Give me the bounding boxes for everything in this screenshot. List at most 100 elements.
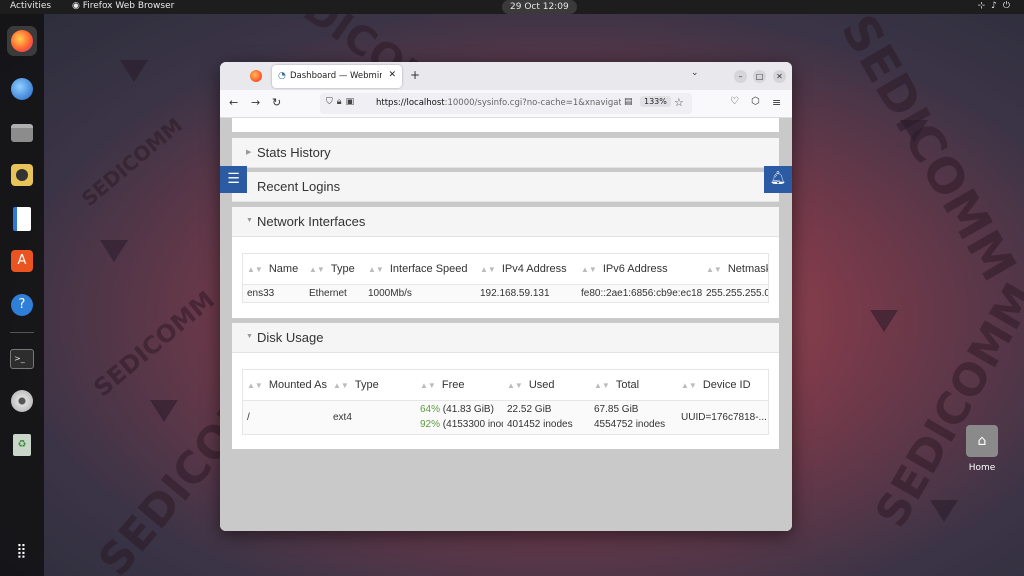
firefox-icon[interactable] xyxy=(7,26,37,56)
column-header[interactable]: ▲▼ Type xyxy=(329,370,416,401)
free-value: (41.83 GiB) xyxy=(442,404,494,416)
table-row: ens33 Ethernet 1000Mb/s 192.168.59.131 f… xyxy=(243,284,768,302)
files-icon[interactable] xyxy=(7,118,37,148)
sort-icon: ▲▼ xyxy=(420,380,436,390)
free-cell: 64% (41.83 GiB) 92% (4153300 inodes) xyxy=(416,400,503,434)
address-bar[interactable]: ⛉🔒︎▣ https://localhost:10000/sysinfo.cgi… xyxy=(320,93,692,114)
page-content: ▶ Stats History Recent Logins ☰ 🔔︎ ▼ Net… xyxy=(220,118,792,531)
stats-history-title: Stats History xyxy=(257,145,331,160)
previous-panel-bottom xyxy=(232,118,779,132)
column-header[interactable]: ▲▼ Mounted As xyxy=(243,370,329,401)
sort-icon: ▲▼ xyxy=(368,264,384,274)
list-tabs-icon[interactable]: ⌄ xyxy=(691,68,699,78)
notifications-bell-button[interactable]: 🔔︎ xyxy=(764,166,792,193)
tab-bar: ◔ Dashboard — Webmin 2 ✕ + ⌄ – □ ✕ xyxy=(220,62,792,90)
disk-table: ▲▼ Mounted As ▲▼ Type ▲▼ Free ▲▼ Used ▲▼ Tota… xyxy=(242,369,769,435)
sort-icon: ▲▼ xyxy=(480,264,496,274)
column-header[interactable]: ▲▼ IPv4 Address xyxy=(476,254,577,285)
app-center-icon[interactable]: A xyxy=(7,246,37,276)
extensions-icon[interactable]: ⬡ xyxy=(751,96,760,107)
reader-view-icon[interactable]: ▤ xyxy=(624,97,633,107)
dock: A ? >_ ♻ ⣿ xyxy=(0,14,44,576)
disc-icon[interactable] xyxy=(7,386,37,416)
power-icon: ⏻ xyxy=(1002,1,1016,11)
used-cell: 22.52 GiB 401452 inodes xyxy=(503,400,590,434)
total-cell: 67.85 GiB 4554752 inodes xyxy=(590,400,677,434)
collapsed-caret-icon: ▶ xyxy=(246,149,252,156)
new-tab-button[interactable]: + xyxy=(410,68,420,82)
activities-button[interactable]: Activities xyxy=(10,1,51,11)
zoom-indicator[interactable]: 133% xyxy=(640,96,671,107)
maximize-button[interactable]: □ xyxy=(753,70,766,83)
column-header[interactable]: ▲▼ Device ID xyxy=(677,370,768,401)
table-cell: 192.168.59.131 xyxy=(476,284,577,302)
free-percent: 64% xyxy=(420,404,441,416)
column-header[interactable]: ▲▼ Used xyxy=(503,370,590,401)
sort-icon: ▲▼ xyxy=(706,264,722,274)
network-icon: ⊹ xyxy=(977,1,992,11)
sort-icon: ▲▼ xyxy=(247,264,263,274)
column-header[interactable]: ▲▼ IPv6 Address xyxy=(577,254,702,285)
stats-history-panel: ▶ Stats History xyxy=(232,138,779,168)
close-tab-icon[interactable]: ✕ xyxy=(388,70,396,80)
thunderbird-icon[interactable] xyxy=(7,74,37,104)
lock-icon: 🔒︎ xyxy=(336,97,346,107)
table-cell: ens33 xyxy=(243,284,305,302)
table-header-row: ▲▼ Name ▲▼ Type ▲▼ Interface Speed ▲▼ IPv4 A… xyxy=(243,254,768,285)
network-interfaces-header[interactable]: ▼ Network Interfaces xyxy=(232,207,779,237)
terminal-icon[interactable]: >_ xyxy=(7,344,37,374)
home-label: Home xyxy=(968,463,996,473)
device-id-cell: UUID=176c7818-... xyxy=(677,400,768,434)
table-row: / ext4 64% (41.83 GiB) 92% (4153300 inod… xyxy=(243,400,768,434)
top-bar: Activities ◉ Firefox Web Browser 29 Oct … xyxy=(0,0,1024,14)
column-header[interactable]: ▲▼ Name xyxy=(243,254,305,285)
clock[interactable]: 29 Oct 12:09 xyxy=(502,0,577,14)
system-tray[interactable]: ⊹♪⏻ xyxy=(978,1,1016,11)
used-inodes: 401452 inodes xyxy=(507,419,573,431)
table-cell: 1000Mb/s xyxy=(364,284,476,302)
menu-hamburger-button[interactable]: ☰ xyxy=(220,166,247,193)
table-cell: Ethernet xyxy=(305,284,364,302)
firefox-view-icon[interactable] xyxy=(250,70,262,82)
disk-usage-panel: ▼ Disk Usage ▲▼ Mounted As ▲▼ Type ▲▼ Free … xyxy=(232,323,779,449)
tab-dashboard[interactable]: ◔ Dashboard — Webmin 2 ✕ xyxy=(272,65,402,88)
writer-icon[interactable] xyxy=(7,204,37,234)
reload-icon[interactable]: ↻ xyxy=(272,96,281,109)
back-icon[interactable]: ← xyxy=(229,96,238,109)
total-value: 67.85 GiB xyxy=(594,404,639,416)
sort-icon: ▲▼ xyxy=(581,264,597,274)
sort-icon: ▲▼ xyxy=(507,380,523,390)
pocket-icon[interactable]: ♡ xyxy=(730,96,739,107)
recent-logins-header[interactable]: Recent Logins xyxy=(232,172,779,202)
column-header[interactable]: ▲▼ Free xyxy=(416,370,503,401)
forward-icon[interactable]: → xyxy=(251,96,260,109)
table-cell: fe80::2ae1:6856:cb9e:ec18 xyxy=(577,284,702,302)
sort-icon: ▲▼ xyxy=(681,380,697,390)
recent-logins-panel: Recent Logins xyxy=(232,172,779,202)
minimize-button[interactable]: – xyxy=(734,70,747,83)
help-icon[interactable]: ? xyxy=(7,290,37,320)
column-header[interactable]: ▲▼ Type xyxy=(305,254,364,285)
stats-history-header[interactable]: ▶ Stats History xyxy=(232,138,779,168)
rhythmbox-icon[interactable] xyxy=(7,160,37,190)
trash-icon[interactable]: ♻ xyxy=(7,430,37,460)
app-grid-icon[interactable]: ⣿ xyxy=(7,536,37,566)
permissions-icon: ▣ xyxy=(345,97,359,107)
expanded-caret-icon: ▼ xyxy=(246,333,253,340)
network-interfaces-panel: ▼ Network Interfaces ▲▼ Name ▲▼ Type ▲▼ Int… xyxy=(232,207,779,318)
column-header[interactable]: ▲▼ Netmask xyxy=(702,254,768,285)
column-header[interactable]: ▲▼ Total xyxy=(590,370,677,401)
app-menu-icon[interactable]: ≡ xyxy=(772,96,781,109)
url-path: :10000/sysinfo.cgi?no-cache=1&xnavigatio xyxy=(444,98,621,108)
disk-usage-header[interactable]: ▼ Disk Usage xyxy=(232,323,779,353)
shield-icon: ⛉ xyxy=(326,97,337,107)
table-cell: 255.255.255.0 xyxy=(702,284,768,302)
app-menu[interactable]: ◉ Firefox Web Browser xyxy=(72,1,174,11)
sort-icon: ▲▼ xyxy=(247,380,263,390)
url-host: https://localhost xyxy=(376,98,445,108)
desktop-home[interactable]: ⌂ Home xyxy=(962,425,1002,473)
column-header[interactable]: ▲▼ Interface Speed xyxy=(364,254,476,285)
bookmark-star-icon[interactable]: ☆ xyxy=(674,96,684,109)
tab-title: Dashboard — Webmin 2 xyxy=(290,71,382,81)
close-window-button[interactable]: ✕ xyxy=(773,70,786,83)
